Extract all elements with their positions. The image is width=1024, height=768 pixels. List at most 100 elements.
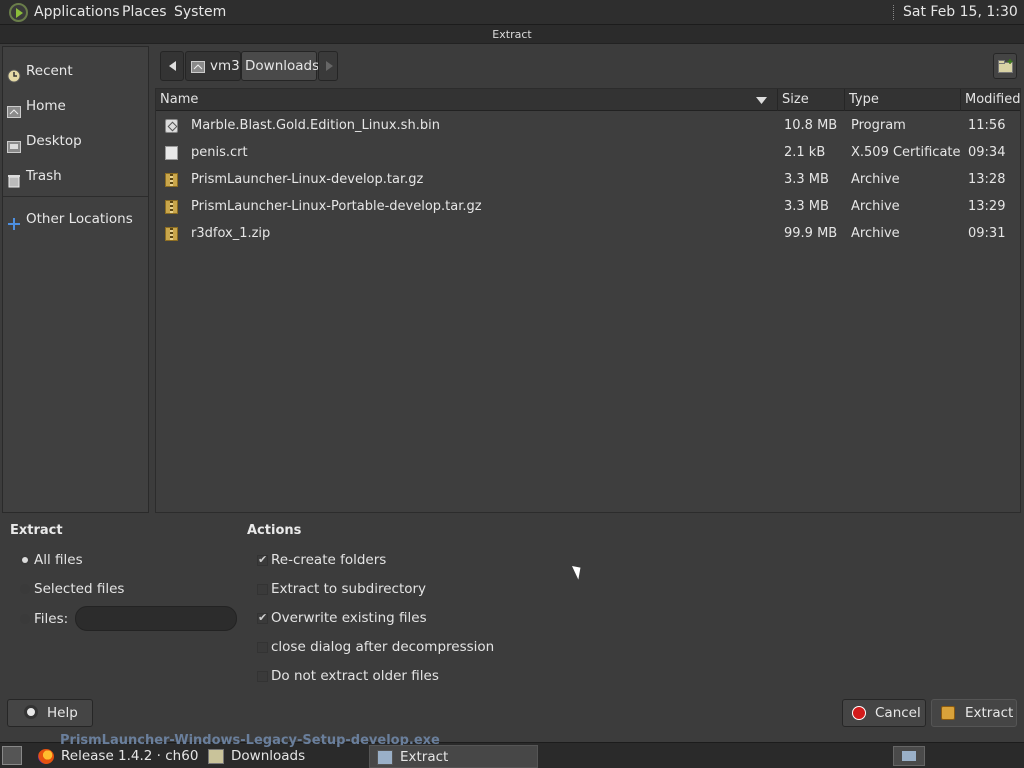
new-folder-icon: [998, 59, 1013, 73]
create-folder-button[interactable]: [993, 53, 1017, 79]
column-header-size[interactable]: Size: [777, 89, 844, 111]
radio-indicator: [20, 555, 30, 565]
file-name: r3dfox_1.zip: [191, 226, 271, 241]
sidebar-separator: [3, 196, 148, 197]
help-icon: [24, 705, 38, 719]
document-icon: [165, 146, 178, 160]
checkbox-label: Re-create folders: [271, 552, 387, 568]
extract-dialog: Recent Home Desktop Trash Other Location…: [0, 44, 1024, 742]
sidebar-item-home[interactable]: Home: [3, 91, 148, 121]
file-row[interactable]: r3dfox_1.zip 99.9 MB Archive 09:31: [156, 220, 1020, 247]
workspace-switcher[interactable]: [893, 746, 925, 766]
sidebar-item-desktop[interactable]: Desktop: [3, 126, 148, 156]
checkbox-recreate-folders[interactable]: Re-create folders: [257, 550, 497, 570]
chevron-right-icon: [326, 61, 333, 71]
task-label: Downloads: [231, 748, 306, 764]
plus-icon: [7, 212, 21, 230]
actions-section-title: Actions: [247, 523, 302, 538]
checkbox-overwrite-existing[interactable]: Overwrite existing files: [257, 608, 497, 628]
menu-system[interactable]: System: [174, 0, 226, 25]
window-title[interactable]: Extract: [0, 25, 1024, 44]
radio-label: Selected files: [34, 581, 125, 597]
file-name: penis.crt: [191, 145, 248, 160]
checkbox-indicator: [257, 671, 268, 682]
trash-icon: [7, 169, 21, 188]
path-segment-downloads[interactable]: Downloads: [241, 51, 320, 81]
sidebar-item-recent[interactable]: Recent: [3, 56, 148, 86]
path-forward-button[interactable]: [318, 51, 338, 81]
checkbox-indicator: [257, 584, 268, 595]
file-modified: 13:29: [968, 199, 1006, 214]
file-size: 99.9 MB: [784, 226, 838, 241]
distro-logo-icon[interactable]: [9, 3, 28, 22]
help-button[interactable]: Help: [7, 699, 93, 727]
menu-places[interactable]: Places: [122, 0, 167, 25]
column-header-label: Modified: [965, 92, 1021, 107]
column-header-modified[interactable]: Modified: [960, 89, 1020, 111]
show-desktop-icon[interactable]: [2, 746, 22, 765]
files-pattern-input[interactable]: [75, 606, 237, 631]
file-row[interactable]: penis.crt 2.1 kB X.509 Certificate 09:34: [156, 139, 1020, 166]
file-size: 3.3 MB: [784, 199, 829, 214]
sidebar-item-label: Other Locations: [26, 211, 133, 227]
column-header-label: Type: [849, 92, 879, 107]
column-header-label: Name: [160, 92, 199, 107]
desktop-folder-icon: [7, 134, 21, 153]
archive-icon: [165, 200, 178, 214]
file-modified: 09:31: [968, 226, 1006, 241]
checkbox-indicator: [257, 642, 268, 653]
archive-manager-icon: [377, 750, 393, 765]
checkbox-label: close dialog after decompression: [271, 639, 495, 655]
firefox-icon: [38, 749, 54, 764]
radio-selected-files[interactable]: Selected files: [20, 579, 140, 599]
radio-indicator: [20, 614, 30, 624]
checkbox-extract-to-subdirectory[interactable]: Extract to subdirectory: [257, 579, 497, 599]
button-label: Extract: [965, 705, 1014, 721]
button-label: Help: [47, 705, 78, 721]
folder-icon: [208, 749, 224, 764]
checkbox-indicator: [257, 550, 268, 570]
file-type: Archive: [851, 172, 900, 187]
chevron-left-icon: [169, 61, 176, 71]
sort-descending-icon: [756, 97, 767, 104]
task-extract[interactable]: Extract: [369, 745, 538, 768]
column-header-type[interactable]: Type: [844, 89, 959, 111]
file-row[interactable]: PrismLauncher-Linux-develop.tar.gz 3.3 MB…: [156, 166, 1020, 193]
clock[interactable]: Sat Feb 15, 1:30 PM: [903, 0, 1024, 45]
sidebar-item-label: Desktop: [26, 133, 82, 149]
taskbar: PrismLauncher-Windows-Legacy-Setup-devel…: [0, 733, 1024, 768]
file-size: 10.8 MB: [784, 118, 838, 133]
sidebar-item-other-locations[interactable]: Other Locations: [3, 204, 148, 234]
checkbox-label: Extract to subdirectory: [271, 581, 427, 597]
checkbox-close-dialog[interactable]: close dialog after decompression: [257, 637, 517, 657]
column-header-name[interactable]: Name: [156, 89, 776, 111]
checkbox-label: Do not extract older files: [271, 668, 439, 684]
radio-files-pattern[interactable]: Files:: [20, 609, 70, 629]
checkbox-do-not-extract-older[interactable]: Do not extract older files: [257, 666, 497, 686]
path-segment-label: vm3: [210, 58, 240, 74]
file-type: X.509 Certificate: [851, 145, 961, 160]
file-size: 2.1 kB: [784, 145, 826, 160]
path-segment-vm3[interactable]: vm3: [185, 51, 241, 81]
cancel-button[interactable]: Cancel: [842, 699, 926, 727]
recent-icon: [7, 64, 21, 83]
file-row[interactable]: PrismLauncher-Linux-Portable-develop.tar…: [156, 193, 1020, 220]
cancel-icon: [852, 706, 866, 720]
radio-all-files[interactable]: All files: [20, 550, 140, 570]
path-segment-label: Downloads: [245, 58, 320, 74]
column-header-label: Size: [782, 92, 809, 107]
home-folder-icon: [7, 99, 21, 118]
checkbox-indicator: [257, 608, 268, 628]
task-firefox[interactable]: Release 1.4.2 · ch60...: [31, 745, 199, 768]
file-name: PrismLauncher-Linux-develop.tar.gz: [191, 172, 424, 187]
task-downloads[interactable]: Downloads: [201, 745, 366, 768]
workspace-window-icon: [902, 751, 916, 761]
button-label: Cancel: [875, 705, 921, 721]
menu-applications[interactable]: Applications: [34, 0, 120, 25]
file-modified: 09:34: [968, 145, 1006, 160]
extract-button[interactable]: Extract: [931, 699, 1017, 727]
path-back-button[interactable]: [160, 51, 184, 81]
file-row[interactable]: Marble.Blast.Gold.Edition_Linux.sh.bin 10…: [156, 112, 1020, 139]
sidebar-item-trash[interactable]: Trash: [3, 161, 148, 191]
radio-label: Files:: [34, 611, 69, 627]
